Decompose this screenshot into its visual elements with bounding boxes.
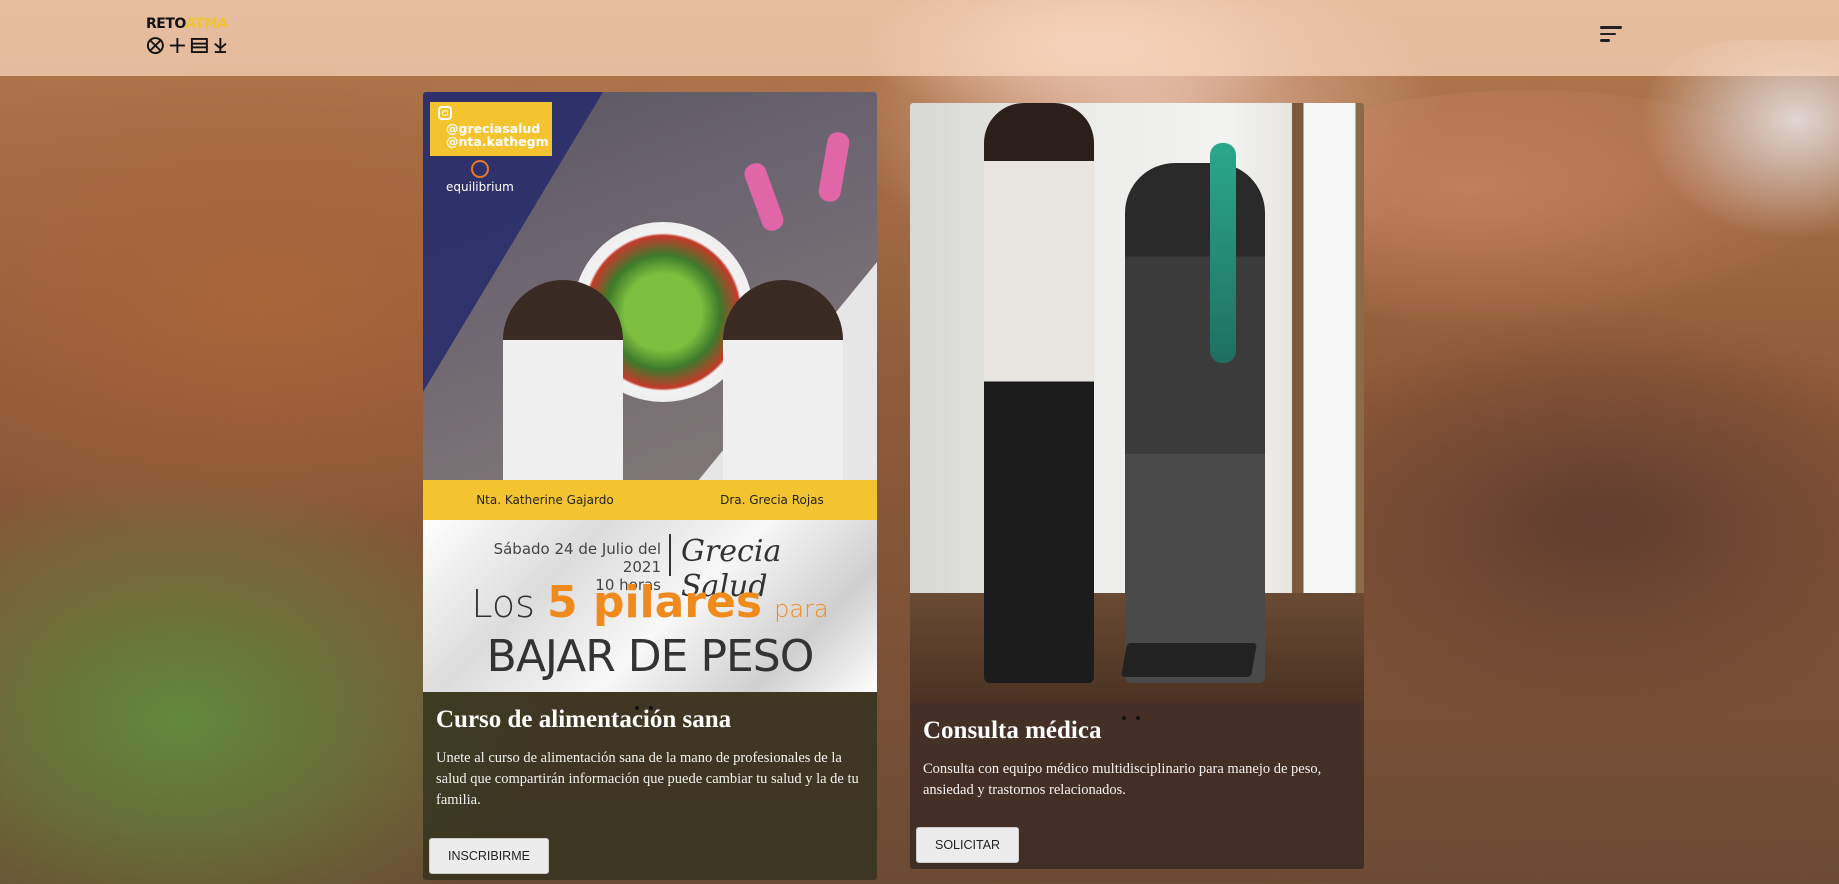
headline-line2: BAJAR DE PESO	[486, 631, 815, 682]
poster-info-area: Sábado 24 de Julio del 2021 10 horas Gre…	[423, 520, 877, 692]
lotus-icon	[470, 160, 489, 178]
event-date-text: Sábado 24 de Julio del 2021	[493, 540, 661, 576]
presenter-name: Nta. Katherine Gajardo	[476, 493, 614, 507]
equilibrium-brand: equilibrium	[446, 180, 514, 194]
carousel-dots	[635, 706, 653, 710]
consultation-photo	[910, 103, 1364, 703]
poster-headline: Los 5 pilares para BAJAR DE PESO	[423, 580, 877, 682]
instagram-handles-box: @greciasalud @nta.kathegm	[430, 102, 552, 156]
equilibrium-logo: equilibrium	[446, 160, 514, 194]
site-header: RETOATMA	[0, 0, 1839, 76]
instagram-icon	[438, 106, 452, 120]
request-button[interactable]: SOLICITAR	[916, 827, 1020, 863]
instagram-handle: @nta.kathegm	[446, 134, 549, 149]
logo-text-dark: RETO	[146, 16, 186, 32]
logo-text: RETOATMA	[146, 16, 230, 32]
doctor-figure	[723, 280, 843, 480]
wheel-icon	[146, 37, 164, 54]
logo-text-accent: ATMA	[185, 16, 228, 32]
consultation-card-description: Consulta con equipo médico multidiscipli…	[923, 761, 1322, 798]
carousel-dots	[1122, 716, 1140, 720]
course-poster-image: @greciasalud @nta.kathegm equilibrium Nt…	[423, 92, 877, 692]
arrow-down-icon	[214, 38, 227, 53]
site-logo[interactable]: RETOATMA	[146, 16, 230, 58]
bathroom-scale	[1121, 643, 1257, 677]
course-card-title: Curso de alimentación sana	[436, 706, 732, 733]
enroll-button[interactable]: INSCRIBIRME	[429, 838, 549, 874]
presenter-names-band: Nta. Katherine Gajardo Dra. Grecia Rojas	[423, 480, 877, 520]
headline-pre: Los	[471, 582, 535, 626]
headline-small: para	[774, 595, 829, 623]
plus-icon	[169, 38, 185, 53]
course-card: @greciasalud @nta.kathegm equilibrium Nt…	[423, 92, 877, 880]
headline-highlight: 5 pilares	[547, 577, 763, 628]
lines-box-icon	[190, 38, 208, 53]
window	[1292, 103, 1364, 603]
presenter-name: Dra. Grecia Rojas	[720, 493, 824, 507]
consultation-card-title: Consulta médica	[923, 717, 1102, 744]
logo-symbols	[146, 36, 230, 55]
nutritionist-figure	[503, 280, 623, 480]
consultation-card: Consulta médica Consulta con equipo médi…	[910, 103, 1364, 869]
hamburger-menu-icon[interactable]	[1600, 26, 1626, 48]
patient-figure	[1125, 163, 1265, 683]
doctor-figure	[984, 103, 1094, 683]
course-card-description: Unete al curso de alimentación sana de l…	[436, 750, 859, 808]
